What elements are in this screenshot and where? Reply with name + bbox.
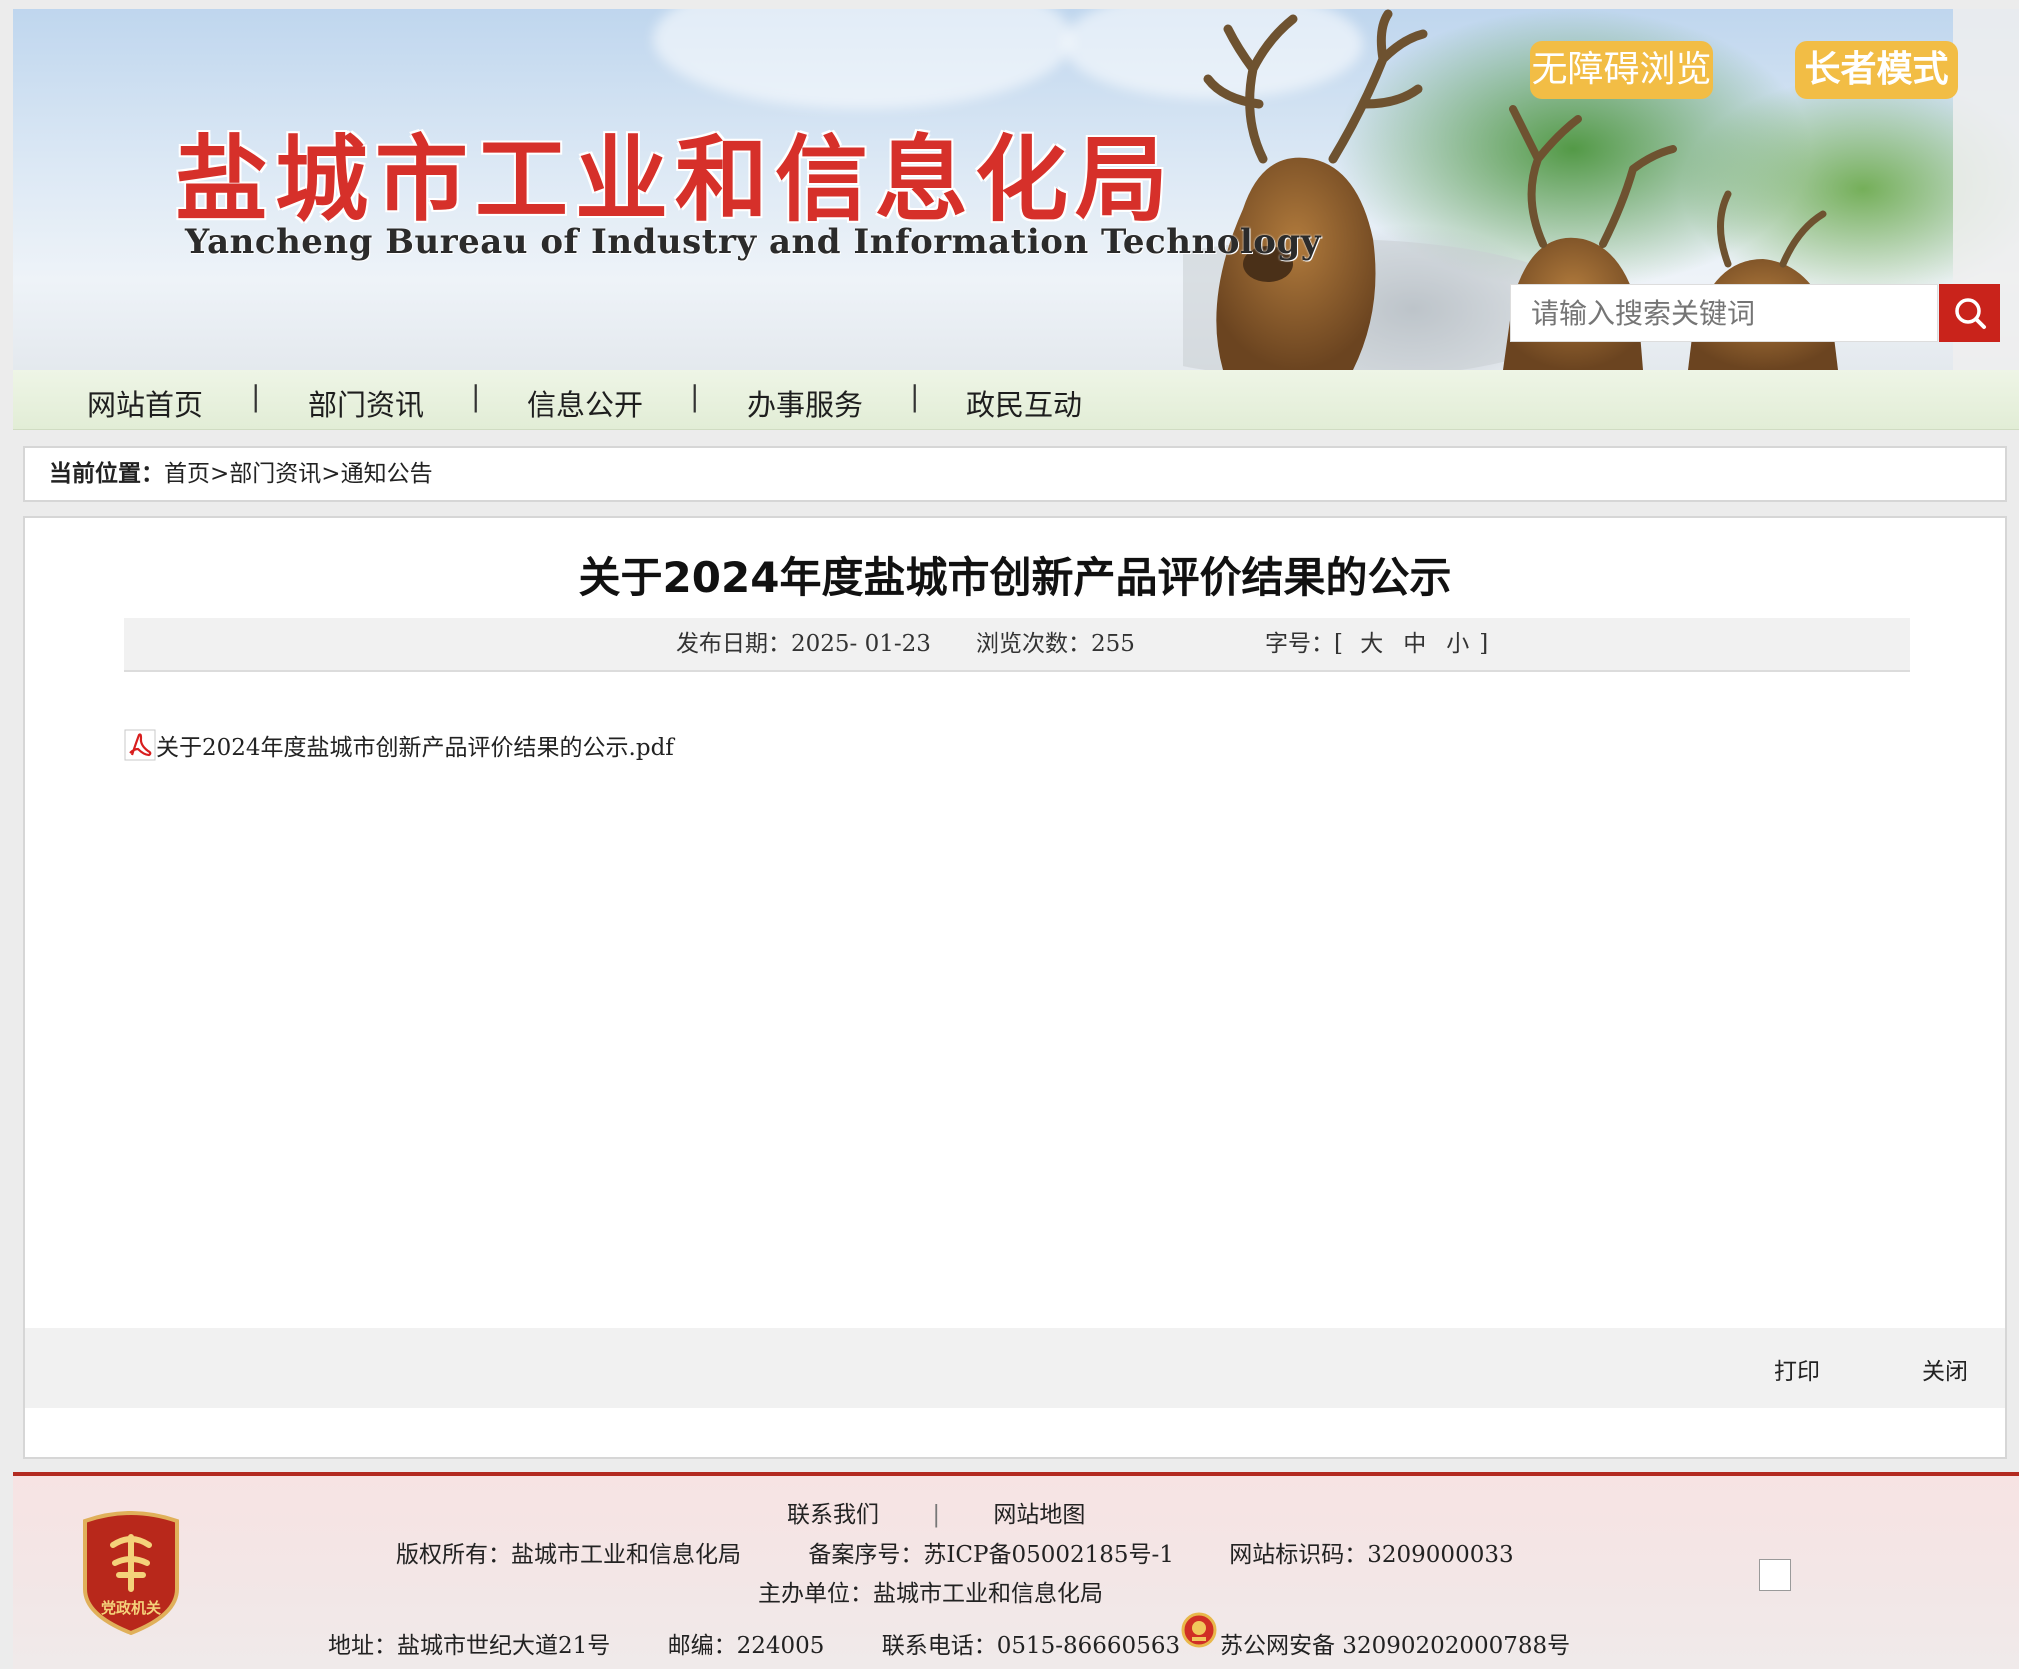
views-label: 浏览次数： [976, 631, 1091, 657]
party-government-badge: 党政机关 [83, 1511, 179, 1635]
article-panel: 关于2024年度盐城市创新产品评价结果的公示 发布日期：2025- 01-23 … [23, 516, 2007, 1459]
font-size-large[interactable]: 大 [1360, 631, 1383, 657]
nav-separator: | [251, 380, 261, 413]
views-count: 255 [1091, 631, 1135, 657]
police-record-link[interactable]: 苏公网安备 32090202000788号 [1220, 1626, 1570, 1660]
party-badge-text: 党政机关 [101, 1599, 161, 1617]
pdf-icon [124, 729, 156, 761]
broken-image[interactable] [1759, 1559, 1791, 1591]
article-actions: 打印 关闭 [25, 1328, 2005, 1408]
phone-text: 联系电话：0515-86660563 [881, 1633, 1181, 1659]
breadcrumb-news[interactable]: 部门资讯 [229, 461, 321, 487]
breadcrumb: 当前位置：首页>部门资讯>通知公告 [23, 446, 2007, 502]
elder-mode-button[interactable]: 长者模式 [1795, 41, 1958, 99]
site-footer: 党政机关 联系我们 | 网站地图 版权所有：盐城市工业和信息化局 备案序号：苏I… [13, 1472, 2019, 1669]
postcode-text: 邮编：224005 [667, 1633, 825, 1659]
address-text: 地址：盐城市世纪大道21号 [328, 1633, 611, 1659]
close-button[interactable]: 关闭 [1922, 1352, 1968, 1386]
police-emblem-icon [1181, 1612, 1217, 1648]
nav-item-disclosure[interactable]: 信息公开 [527, 382, 643, 424]
main-nav: 网站首页 | 部门资讯 | 信息公开 | 办事服务 | 政民互动 [13, 370, 2019, 430]
breadcrumb-notices[interactable]: 通知公告 [341, 461, 433, 487]
font-size-label: 字号： [1265, 631, 1334, 657]
site-code-text: 网站标识码：3209000033 [1229, 1542, 1514, 1568]
print-button[interactable]: 打印 [1774, 1352, 1820, 1386]
icp-record-link[interactable]: 备案序号：苏ICP备05002185号-1 [808, 1542, 1174, 1568]
search-icon [1954, 298, 1986, 329]
sponsor-text: 主办单位：盐城市工业和信息化局 [758, 1581, 1103, 1607]
nav-separator: | [910, 380, 920, 413]
article-meta: 发布日期：2025- 01-23 浏览次数：255 字号：[ 大中小] [124, 618, 1910, 672]
breadcrumb-home[interactable]: 首页 [164, 461, 210, 487]
font-size-small[interactable]: 小 [1446, 631, 1469, 657]
nav-item-services[interactable]: 办事服务 [747, 382, 863, 424]
attachment-link[interactable]: 关于2024年度盐城市创新产品评价结果的公示.pdf [124, 728, 674, 762]
publish-date: 2025- 01-23 [791, 631, 931, 657]
copyright-text: 版权所有：盐城市工业和信息化局 [396, 1542, 741, 1568]
nav-item-news[interactable]: 部门资讯 [308, 382, 424, 424]
nav-separator: | [471, 380, 481, 413]
search-input[interactable] [1510, 284, 1938, 342]
accessibility-button[interactable]: 无障碍浏览 [1530, 41, 1713, 99]
publish-label: 发布日期： [676, 631, 791, 657]
nav-separator: | [690, 380, 700, 413]
cloud-decoration [653, 9, 1073, 109]
site-subtitle: Yancheng Bureau of Industry and Informat… [185, 222, 1322, 262]
sitemap-link[interactable]: 网站地图 [993, 1502, 1085, 1528]
contact-us-link[interactable]: 联系我们 [787, 1502, 879, 1528]
breadcrumb-separator: > [321, 461, 341, 487]
nav-item-home[interactable]: 网站首页 [87, 382, 203, 424]
article-title: 关于2024年度盐城市创新产品评价结果的公示 [578, 553, 1452, 602]
attachment-name: 关于2024年度盐城市创新产品评价结果的公示.pdf [156, 735, 674, 761]
footer-link-separator: | [932, 1502, 941, 1528]
breadcrumb-separator: > [210, 461, 230, 487]
font-size-medium[interactable]: 中 [1403, 631, 1426, 657]
search-button[interactable] [1939, 284, 2000, 342]
nav-item-interaction[interactable]: 政民互动 [966, 382, 1082, 424]
site-title: 盐城市工业和信息化局 [175, 125, 1175, 234]
breadcrumb-label: 当前位置： [49, 460, 164, 487]
